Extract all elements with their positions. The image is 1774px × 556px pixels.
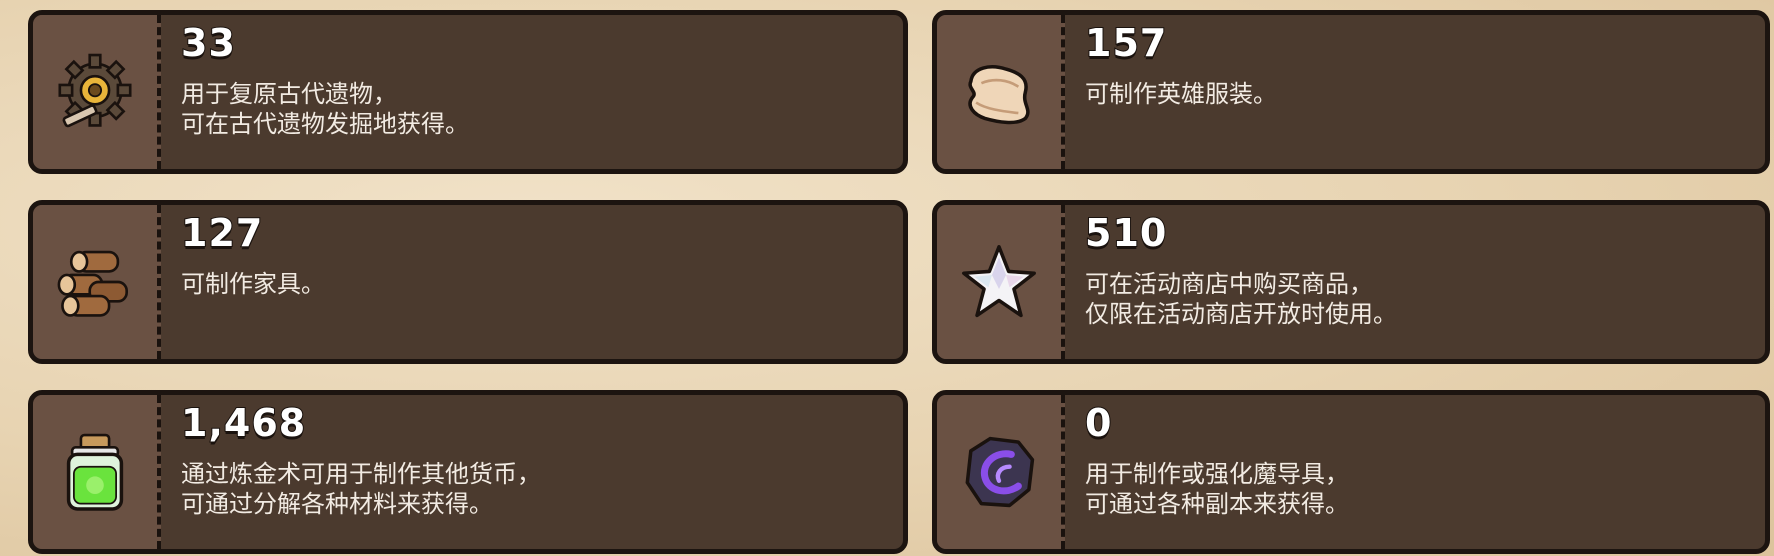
currency-card-relic-gear[interactable]: 33 用于复原古代遗物， 可在古代遗物发掘地获得。 (28, 10, 908, 174)
wood-logs-icon (57, 250, 128, 317)
icon-panel (937, 15, 1065, 169)
icon-panel (33, 205, 161, 359)
currency-card-star-crystal[interactable]: 510 可在活动商店中购买商品， 仅限在活动商店开放时使用。 (932, 200, 1770, 364)
item-count: 127 (180, 210, 264, 256)
currency-list: 33 用于复原古代遗物， 可在古代遗物发掘地获得。 157 可制作英雄服装。 1… (28, 10, 1770, 554)
item-count: 33 (180, 20, 236, 66)
green-potion-jar-icon (66, 433, 124, 511)
item-count: 157 (1084, 20, 1168, 66)
cloth-icon (968, 65, 1030, 125)
relic-gear-icon (58, 53, 132, 128)
currency-card-green-potion[interactable]: 1,468 通过炼金术可用于制作其他货币， 可通过分解各种材料来获得。 (28, 390, 908, 554)
item-description: 可制作家具。 (181, 270, 325, 298)
item-count: 510 (1084, 210, 1168, 256)
currency-card-wood[interactable]: 127 可制作家具。 (28, 200, 908, 364)
item-description: 用于复原古代遗物， 可在古代遗物发掘地获得。 (181, 80, 469, 138)
icon-panel (937, 395, 1065, 549)
item-count: 1,468 (180, 400, 307, 446)
currency-card-dark-rune[interactable]: 0 用于制作或强化魔导具， 可通过各种副本来获得。 (932, 390, 1770, 554)
item-description: 可制作英雄服装。 (1085, 80, 1277, 108)
item-description: 用于制作或强化魔导具， 可通过各种副本来获得。 (1085, 460, 1349, 518)
currency-card-cloth[interactable]: 157 可制作英雄服装。 (932, 10, 1770, 174)
dark-rune-stone-icon (965, 436, 1035, 508)
icon-panel (33, 395, 161, 549)
icon-panel (937, 205, 1065, 359)
item-description: 可在活动商店中购买商品， 仅限在活动商店开放时使用。 (1085, 270, 1397, 328)
star-crystal-icon (962, 245, 1036, 318)
item-count: 0 (1084, 400, 1113, 446)
item-description: 通过炼金术可用于制作其他货币， 可通过分解各种材料来获得。 (181, 460, 541, 518)
icon-panel (33, 15, 161, 169)
